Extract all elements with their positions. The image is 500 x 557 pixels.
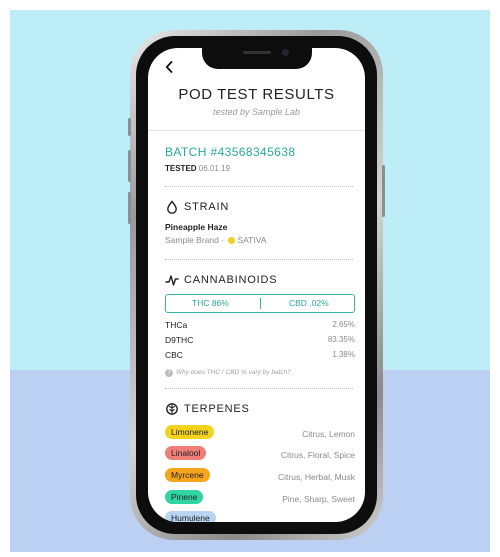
back-button[interactable] (165, 60, 173, 78)
strain-separator: · (221, 235, 225, 245)
page-subtitle: tested by Sample Lab (212, 107, 301, 117)
terpene-description: Citrus, Herbal, Musk (278, 472, 355, 482)
divider (165, 186, 353, 187)
question-circle-icon: ? (165, 369, 173, 377)
batch-number: BATCH #43568345638 (165, 145, 296, 159)
strain-type: SATIVA (237, 235, 267, 245)
chevron-left-icon (165, 61, 173, 73)
thc-toggle-option[interactable]: THC 86% (192, 298, 229, 308)
terpene-pill: Myrcene (165, 468, 210, 482)
page-title: POD TEST RESULTS (178, 86, 335, 103)
pulse-icon (165, 273, 179, 287)
terpene-pill: Pinene (165, 490, 204, 504)
header-divider (148, 130, 365, 131)
cannabinoid-name: THCa (165, 320, 188, 330)
strain-type-dot (228, 237, 236, 244)
terpene-description: Citrus, Floral, Spice (280, 450, 355, 460)
tested-date-value: 06.01.19 (198, 164, 230, 173)
leaf-icon (165, 402, 179, 416)
cannabinoids-section-title: CANNABINOIDS (184, 274, 278, 286)
cannabinoid-value: 2.65% (332, 320, 355, 329)
side-button-volume-up (128, 150, 131, 182)
phone-screen: POD TEST RESULTS tested by Sample Lab BA… (148, 48, 365, 522)
why-vary-text: Why does THC / CBD % vary by batch? (176, 369, 291, 376)
tested-label: TESTED (165, 164, 197, 173)
tested-date: TESTED 06.01.19 (165, 164, 230, 173)
toggle-divider (260, 298, 261, 309)
strain-name: Pineapple Haze (165, 222, 228, 232)
droplet-icon (165, 200, 179, 214)
side-button-power (382, 165, 385, 217)
terpenes-section-title: TERPENES (184, 403, 250, 415)
phone-notch (202, 44, 312, 69)
terpene-pill: Humulene (165, 511, 216, 522)
terpene-pill: Limonene (165, 425, 215, 439)
divider (165, 259, 353, 260)
thc-cbd-toggle: THC 86% CBD .02% (165, 294, 355, 313)
cannabinoid-value: 83.35% (327, 335, 355, 344)
terpene-description: Citrus, Lemon (302, 429, 355, 439)
phone-speaker (243, 51, 271, 54)
cannabinoid-value: 1.38% (332, 350, 355, 359)
cannabinoid-name: CBC (165, 350, 183, 360)
side-button-silent (128, 118, 131, 136)
divider (165, 388, 353, 389)
strain-brand: Sample Brand (165, 235, 219, 245)
strain-section-title: STRAIN (184, 201, 230, 213)
why-vary-link[interactable]: ? Why does THC / CBD % vary by batch? (165, 369, 291, 377)
phone-camera (282, 49, 289, 56)
app-content: POD TEST RESULTS tested by Sample Lab BA… (148, 48, 365, 522)
terpene-pill: Linalool (165, 446, 207, 460)
terpene-description: Pine, Sharp, Sweet (282, 494, 355, 504)
cbd-toggle-option[interactable]: CBD .02% (289, 298, 329, 308)
strain-meta: Sample Brand · SATIVA (165, 235, 266, 245)
cannabinoid-name: D9THC (165, 335, 194, 345)
side-button-volume-down (128, 192, 131, 224)
